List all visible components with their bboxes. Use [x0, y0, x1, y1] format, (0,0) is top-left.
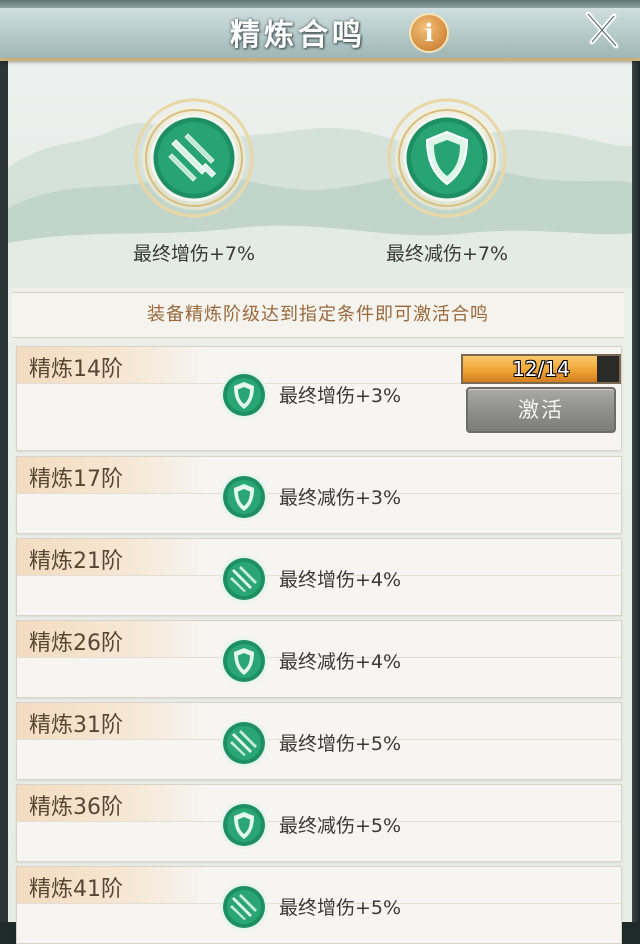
resonance-row: 精炼21阶最终增伤+4% [16, 538, 622, 616]
tier-banner: 精炼17阶 [17, 457, 207, 493]
tier-banner: 精炼26阶 [17, 621, 207, 657]
resonance-row: 精炼31阶最终增伤+5% [16, 702, 622, 780]
tier-banner: 精炼41阶 [17, 867, 207, 903]
tier-label: 精炼17阶 [29, 467, 123, 492]
progress-bar: 12/14 [461, 354, 621, 384]
title-bar: 精炼合鸣 i [0, 0, 640, 61]
activate-button[interactable]: 激活 [466, 387, 616, 433]
tier-label: 精炼14阶 [29, 357, 123, 382]
resonance-row: 精炼14阶最终增伤+3% 12/14 激活 [16, 346, 622, 451]
bonus-label: 最终减伤+3% [279, 487, 402, 509]
attack-total-label: 最终增伤+7% [132, 243, 256, 265]
bonus-label: 最终增伤+5% [279, 897, 402, 919]
close-icon [585, 11, 619, 49]
page-title: 精炼合鸣 [230, 18, 366, 53]
bonus-label: 最终增伤+3% [279, 385, 402, 407]
shield-icon [220, 371, 268, 419]
resonance-row: 精炼17阶最终减伤+3% [16, 456, 622, 534]
tier-banner: 精炼36阶 [17, 785, 207, 821]
tier-banner: 精炼14阶 [17, 347, 207, 383]
sword-icon [220, 719, 268, 767]
bonus-label: 最终增伤+4% [279, 569, 402, 591]
close-button[interactable] [580, 8, 624, 52]
resonance-row: 精炼41阶最终增伤+5% [16, 866, 622, 944]
attack-medal-sword-icon [134, 98, 254, 218]
progress-text: 12/14 [512, 357, 570, 381]
defense-total-label: 最终减伤+7% [385, 243, 509, 265]
tier-banner: 精炼31阶 [17, 703, 207, 739]
resonance-row: 精炼36阶最终减伤+5% [16, 784, 622, 862]
activation-notice: 装备精炼阶级达到指定条件即可激活合鸣 [12, 292, 624, 338]
defense-medal-shield-icon [387, 98, 507, 218]
hero-banner: 最终增伤+7% 最终减伤+7% [8, 58, 632, 288]
sword-icon [220, 883, 268, 931]
shield-icon [220, 801, 268, 849]
info-button[interactable]: i [409, 13, 449, 53]
tier-label: 精炼31阶 [29, 713, 123, 738]
shield-icon [220, 473, 268, 521]
bonus-label: 最终减伤+4% [279, 651, 402, 673]
tier-label: 精炼36阶 [29, 795, 123, 820]
sword-icon [220, 555, 268, 603]
tier-banner: 精炼21阶 [17, 539, 207, 575]
shield-icon [220, 637, 268, 685]
tier-label: 精炼21阶 [29, 549, 123, 574]
resonance-row: 精炼26阶最终减伤+4% [16, 620, 622, 698]
tier-label: 精炼41阶 [29, 877, 123, 902]
bonus-label: 最终增伤+5% [279, 733, 402, 755]
tier-label: 精炼26阶 [29, 631, 123, 656]
window-edge [632, 0, 640, 922]
bonus-label: 最终减伤+5% [279, 815, 402, 837]
